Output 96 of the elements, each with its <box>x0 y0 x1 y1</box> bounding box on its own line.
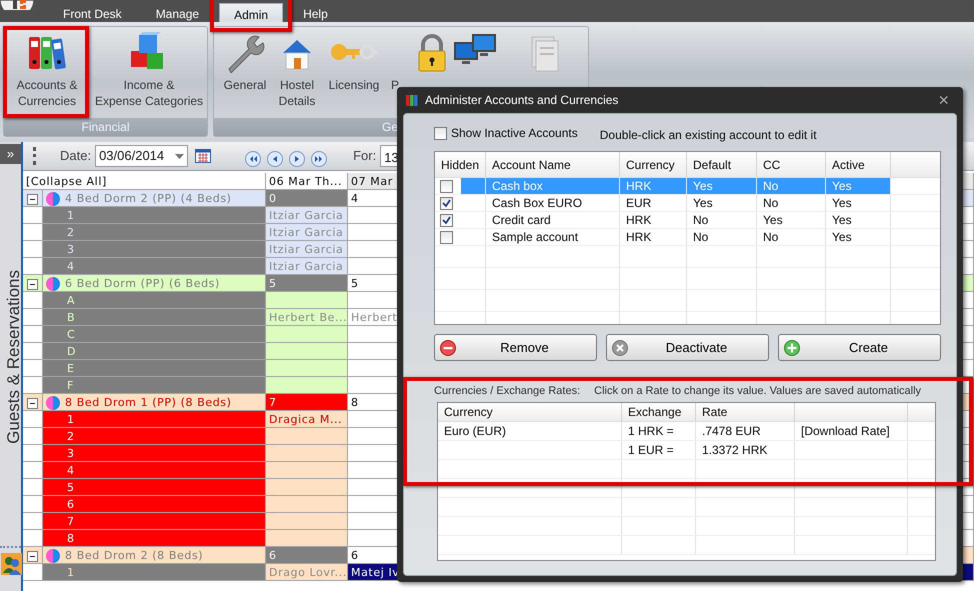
collapse-all-link[interactable]: [Collapse All] <box>23 173 266 190</box>
table-cell: Cash box <box>486 178 620 194</box>
checkbox-label[interactable]: Show Inactive Accounts <box>451 124 578 142</box>
table-cell: No <box>757 195 826 211</box>
table-cell: Itziar Garcia <box>266 207 348 224</box>
table-cell: Yes <box>826 212 891 228</box>
expand-button[interactable]: » <box>0 144 21 164</box>
table-cell: HRK <box>620 212 687 228</box>
table-cell: Yes <box>826 229 891 245</box>
column-header: Active <box>826 152 891 177</box>
table-cell: Yes <box>826 195 891 211</box>
dialog-title: Administer Accounts and Currencies <box>425 92 618 109</box>
table-cell: No <box>687 229 757 245</box>
table-cell[interactable]: 1.3372 HRK <box>696 440 795 458</box>
column-header: Default <box>687 152 757 177</box>
bed-label: B <box>67 311 76 324</box>
ribbon-button[interactable]: Accounts & Currencies <box>6 27 88 118</box>
hint-text: Double-click an existing account to edit it <box>600 127 817 144</box>
table-cell: Drago Lovr... <box>266 564 348 581</box>
bed-label: 3 <box>67 447 75 460</box>
column-header: Rate <box>696 402 795 420</box>
table-cell: No <box>757 178 826 194</box>
bed-label: 7 <box>67 515 75 528</box>
table-cell: Cash Box EURO <box>486 195 620 211</box>
column-header: Hidden <box>435 152 486 177</box>
column-header: Currency <box>620 152 687 177</box>
table-cell[interactable]: .7478 EUR <box>696 422 795 440</box>
menu-tab[interactable]: Admin <box>219 3 284 22</box>
column-header: Currency <box>438 402 622 420</box>
column-header: CC <box>757 152 826 177</box>
room-name: 8 Bed Drom 1 (PP) (8 Beds) <box>65 395 232 410</box>
table-cell: Dragica M... <box>266 411 348 428</box>
table-cell: Credit card <box>486 212 620 228</box>
table-cell: Herbert Be... <box>266 309 348 326</box>
table-cell: Euro (EUR) <box>438 422 622 440</box>
group-label: Ge <box>382 120 398 134</box>
create-button[interactable]: Create <box>778 334 941 361</box>
bed-label: 3 <box>67 243 75 256</box>
bed-label: E <box>67 362 75 375</box>
bed-label: D <box>67 345 76 358</box>
ribbon-button[interactable]: Licensing <box>324 27 384 118</box>
ribbon-button[interactable]: General <box>220 27 270 118</box>
column-header: Account Name <box>486 152 620 177</box>
table-cell: No <box>757 229 826 245</box>
hint-text: Click on a Rate to change its value. Values are saved automatically <box>594 384 922 399</box>
bed-label: 6 <box>67 498 75 511</box>
table-cell: Yes <box>687 178 757 194</box>
bed-label: 1 <box>67 413 75 426</box>
table-cell: Yes <box>757 212 826 228</box>
table-cell: 1 HRK = <box>622 422 696 440</box>
table-cell: Yes <box>826 178 891 194</box>
table-cell: Sample account <box>486 229 620 245</box>
date-label: Date: <box>60 147 92 166</box>
table-cell: Itziar Garcia <box>266 241 348 258</box>
table-cell: 5 <box>266 275 348 292</box>
room-name: 8 Bed Drom 2 (8 Beds) <box>65 548 204 563</box>
table-cell: Yes <box>687 195 757 211</box>
table-cell: HRK <box>620 178 687 194</box>
table-cell: 7 <box>266 394 348 411</box>
menu-tab[interactable]: Front Desk <box>49 3 136 22</box>
menu-tab[interactable]: Manage <box>142 3 214 22</box>
bed-label: 1 <box>67 209 75 222</box>
menu-tab[interactable]: Help <box>289 3 342 22</box>
bed-label: 5 <box>67 481 75 494</box>
bed-label: 4 <box>67 464 75 477</box>
bed-label: 8 <box>67 532 75 545</box>
bed-label: 2 <box>67 226 75 239</box>
date-field[interactable]: 03/06/2014 <box>95 145 188 167</box>
bed-label: 1 <box>67 566 75 579</box>
deactivate-button[interactable]: Deactivate <box>606 334 769 361</box>
table-cell: 1 EUR = <box>622 440 696 458</box>
column-header: 06 Mar Th... <box>266 173 348 190</box>
group-label: Financial <box>81 120 130 134</box>
download-rate-link[interactable]: [Download Rate] <box>795 422 908 440</box>
room-name: 4 Bed Dorm 2 (PP) (4 Beds) <box>65 191 232 206</box>
bed-label: 4 <box>67 260 75 273</box>
table-cell: Itziar Garcia <box>266 224 348 241</box>
table-cell: Itziar Garcia <box>266 258 348 275</box>
table-cell: EUR <box>620 195 687 211</box>
bed-label: 2 <box>67 430 75 443</box>
section-label: Currencies / Exchange Rates: <box>434 384 580 399</box>
for-label: For: <box>353 147 376 166</box>
bed-label: A <box>67 294 76 307</box>
bed-label: F <box>67 379 74 392</box>
room-name: 6 Bed Dorm (PP) (6 Beds) <box>65 276 220 291</box>
table-cell: 6 <box>266 547 348 564</box>
table-cell: 0 <box>266 190 348 207</box>
bed-label: C <box>67 328 76 341</box>
table-cell: No <box>687 212 757 228</box>
close-button[interactable]: × <box>936 91 951 109</box>
table-cell: HRK <box>620 229 687 245</box>
remove-button[interactable]: Remove <box>434 334 597 361</box>
ribbon-button[interactable]: Income & Expense Categories <box>93 27 205 118</box>
column-header: Exchange <box>622 402 696 420</box>
panel-title: Guests & Reservations <box>3 270 24 444</box>
ribbon-button[interactable]: Hostel Details <box>276 27 318 118</box>
